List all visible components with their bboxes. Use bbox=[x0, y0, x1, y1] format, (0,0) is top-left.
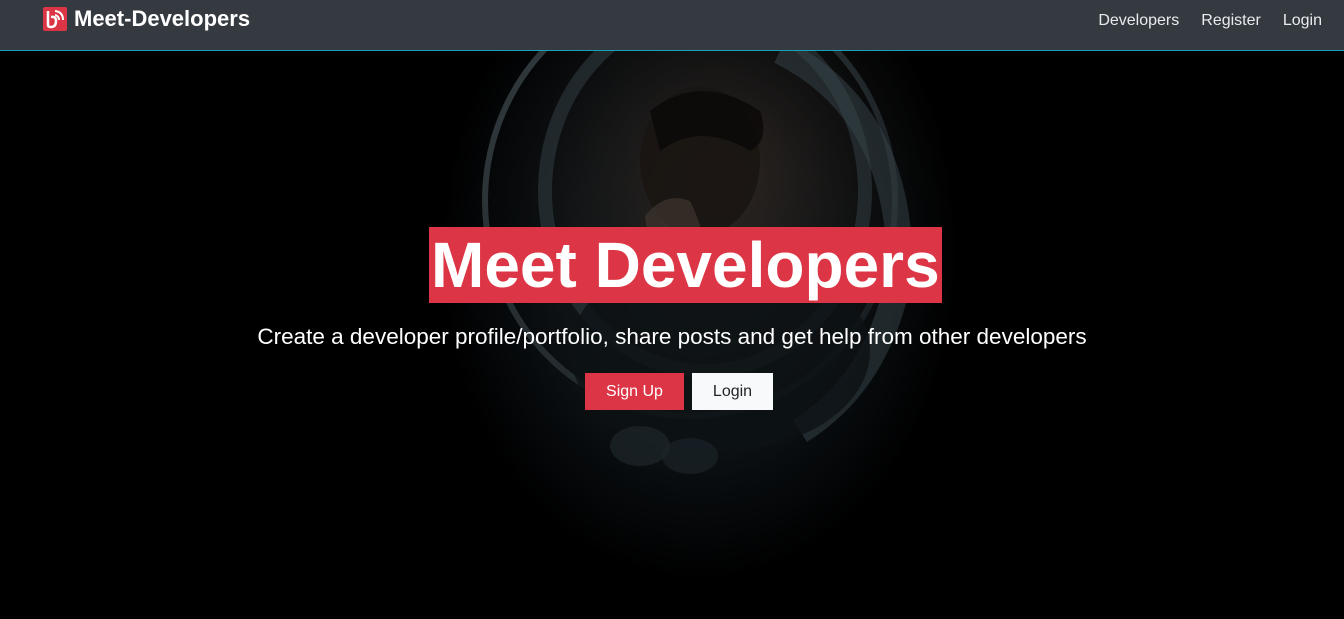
hero-section: Meet Developers Create a developer profi… bbox=[0, 51, 1344, 619]
code-logo-icon bbox=[42, 6, 68, 32]
signup-button[interactable]: Sign Up bbox=[585, 373, 684, 410]
hero-lead: Create a developer profile/portfolio, sh… bbox=[257, 324, 1087, 349]
brand-text: Meet-Developers bbox=[74, 6, 251, 31]
hero-title: Meet Developers bbox=[429, 227, 942, 303]
nav-register-link[interactable]: Register bbox=[1201, 11, 1261, 31]
brand-link[interactable]: Meet-Developers bbox=[42, 6, 250, 32]
nav-developers-link[interactable]: Developers bbox=[1098, 11, 1179, 31]
navbar: Meet-Developers Developers Register Logi… bbox=[0, 0, 1344, 51]
nav-login-link[interactable]: Login bbox=[1283, 11, 1322, 31]
nav-links: Developers Register Login bbox=[1076, 11, 1322, 31]
login-button[interactable]: Login bbox=[692, 373, 773, 410]
